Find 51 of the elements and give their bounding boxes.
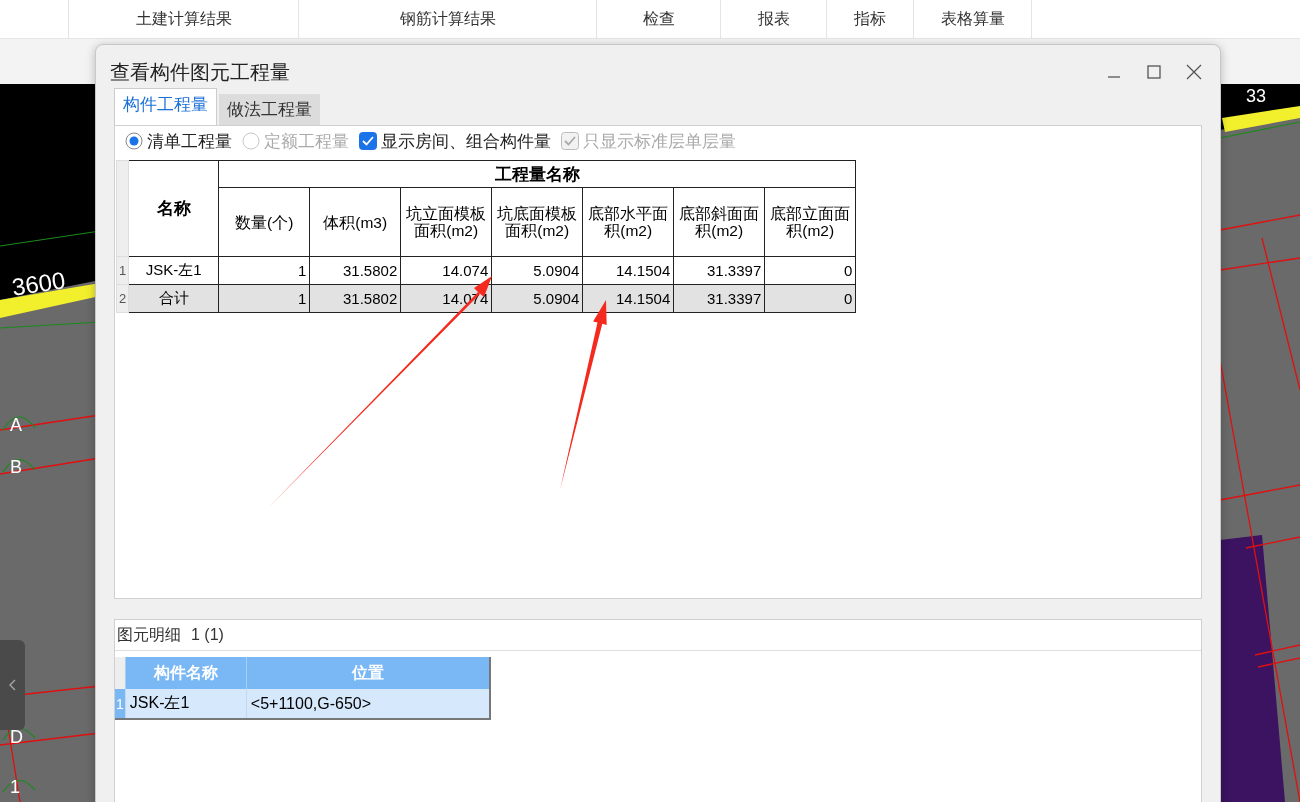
table-cell: 31.5802	[309, 256, 401, 285]
close-icon[interactable]	[1186, 64, 1202, 80]
column-header: 构件名称	[125, 657, 247, 689]
table-cell: 14.1504	[582, 256, 674, 285]
table-cell: 5.0904	[491, 284, 583, 313]
column-header: 坑立面模板面积(m2)	[400, 187, 492, 257]
option-label: 只显示标准层单层量	[583, 130, 736, 153]
table-cell: 0	[764, 256, 856, 285]
checkbox[interactable]	[359, 132, 377, 150]
table-cell: 31.5802	[309, 284, 401, 313]
option-label: 清单工程量	[147, 130, 232, 153]
column-header: 名称	[128, 160, 219, 257]
table-cell: 5.0904	[491, 256, 583, 285]
option-label: 显示房间、组合构件量	[381, 130, 551, 153]
menu-item[interactable]: 指标	[827, 0, 914, 38]
menu-item[interactable]: 土建计算结果	[69, 0, 299, 38]
window-title: 查看构件图元工程量	[110, 59, 291, 85]
menu-item[interactable]: 报表	[721, 0, 827, 38]
column-header: 坑底面模板面积(m2)	[491, 187, 583, 257]
column-header: 体积(m3)	[309, 187, 401, 257]
row-number: 1	[115, 689, 126, 719]
detail-title: 图元明细	[117, 624, 181, 645]
dimension-label: 3600	[10, 266, 68, 302]
collapse-handle[interactable]	[0, 640, 25, 730]
maximize-icon[interactable]	[1146, 64, 1162, 80]
table-cell: 0	[764, 284, 856, 313]
column-header: 位置	[246, 657, 490, 689]
column-header: 底部斜面面积(m2)	[673, 187, 765, 257]
option-label: 定额工程量	[264, 130, 349, 153]
chevron-left-icon	[7, 678, 18, 692]
tab[interactable]: 构件工程量	[114, 88, 217, 125]
table-cell: 合计	[128, 284, 219, 313]
column-header: 工程量名称	[218, 160, 856, 188]
detail-count: 1 (1)	[191, 626, 224, 644]
axis-label: D	[10, 728, 23, 746]
column-header: 数量(个)	[218, 187, 310, 257]
radio-button[interactable]	[125, 132, 143, 150]
column-header: 底部立面面积(m2)	[764, 187, 856, 257]
table-cell: 31.3397	[673, 284, 765, 313]
menu-item[interactable]: 钢筋计算结果	[299, 0, 597, 38]
table-cell: 1	[218, 284, 310, 313]
tab[interactable]: 做法工程量	[219, 94, 320, 125]
row-number: 2	[116, 284, 129, 313]
menu-item[interactable]: 检查	[597, 0, 721, 38]
table-cell: 31.3397	[673, 256, 765, 285]
table-cell: 1	[218, 256, 310, 285]
menu-item[interactable]: 表格算量	[914, 0, 1032, 38]
axis-label: 1	[10, 778, 20, 796]
table-cell: JSK-左1	[128, 256, 219, 285]
row-number: 1	[116, 256, 129, 285]
column-header: 底部水平面积(m2)	[582, 187, 674, 257]
